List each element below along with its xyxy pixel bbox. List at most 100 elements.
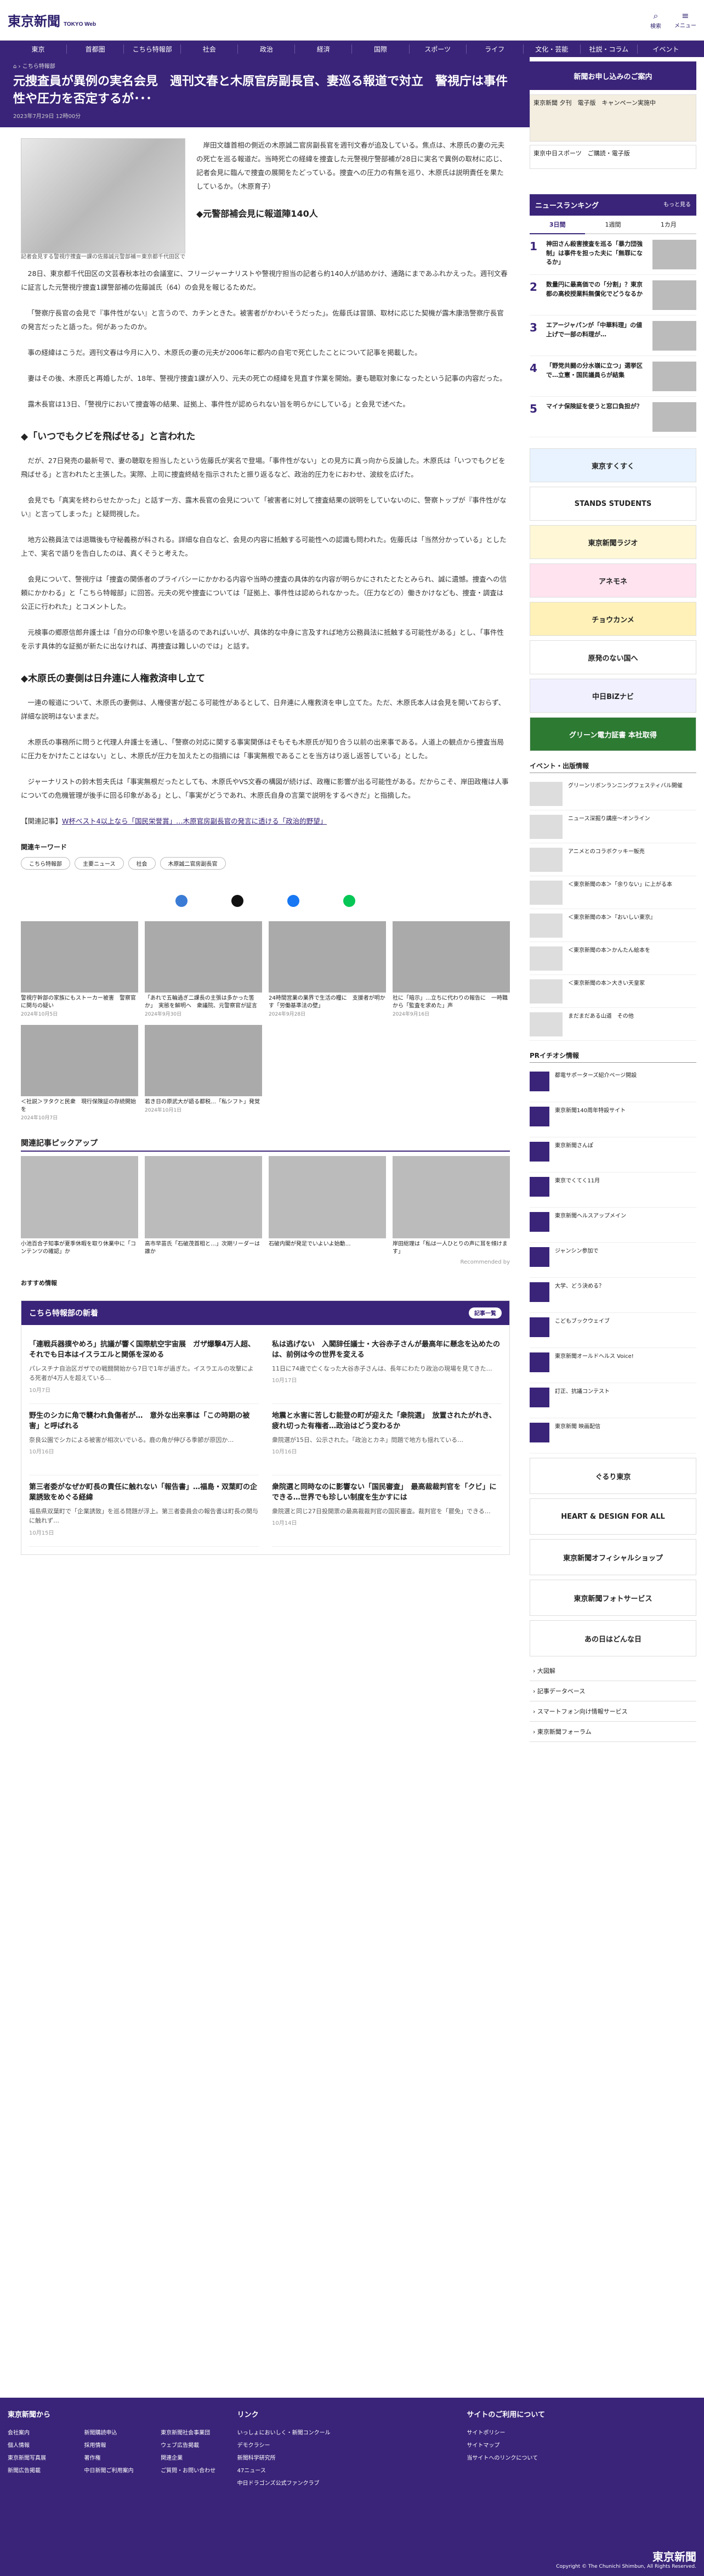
facebook-share-icon[interactable] [287,894,299,907]
pr-item[interactable]: 訂正、抗議コンテスト [530,1383,696,1418]
nav-item[interactable]: 首都圏 [67,44,124,54]
pickup-item[interactable]: 石破内閣が発足でいよいよ始動… [269,1155,386,1256]
footer-link[interactable]: 東京新聞写真展 [8,2452,84,2465]
pickup-thumbnail[interactable] [145,1155,262,1238]
footer-link[interactable]: 採用情報 [84,2439,161,2452]
event-thumbnail[interactable] [530,848,563,872]
pr-item[interactable]: 東京でくてく11月 [530,1173,696,1208]
rank-title[interactable]: マイナ保険証を使うと窓口負担が？ [546,402,647,431]
footer-link[interactable]: いっしょにおいしく・新聞コンクール [237,2427,467,2439]
event-item[interactable]: ＜東京新聞の本＞「余りない」に上がる本 [530,876,696,909]
pickup-title[interactable]: 岸田総理は「私は一人ひとりの声に耳を傾けます」 [393,1241,510,1256]
home-icon[interactable]: ⌂ [13,64,16,70]
ad-banner[interactable]: 東京新聞ラジオ [530,525,696,559]
event-item[interactable]: ニュース深掘り講座〜オンライン [530,810,696,843]
card-thumbnail[interactable] [21,1024,138,1096]
footer-link[interactable]: 中日ドラゴンズ公式ファンクラブ [237,2477,467,2490]
news-item[interactable]: 「連戦兵器撲やめろ」抗議が響く国際航空宇宙展 ガザ爆撃4万人超、それでも日本はイ… [29,1333,259,1404]
card-title[interactable]: 社に「暗示」…立ちに代わりの報告に 一時職から「監査を求めた」声 [393,995,510,1010]
footer-link[interactable]: デモクラシー [237,2439,467,2452]
nav-item[interactable]: 政治 [238,44,296,54]
event-title[interactable]: アニメとのコラボクッキー販売 [568,848,645,871]
article-photo[interactable] [21,138,185,253]
event-item[interactable]: ＜東京新聞の本＞大きい天皇家 [530,975,696,1008]
related-card[interactable]: 警視庁幹部の家族にもストーカー被害 警察官に関与の疑い 2024年10月5日 [21,921,138,1017]
pr-item[interactable]: 東京新聞140周年特設サイト [530,1102,696,1137]
keyword-tag[interactable]: 社会 [128,856,156,870]
event-item[interactable]: ＜東京新聞の本＞『おいしい東京』 [530,909,696,942]
pr-logo[interactable] [530,1247,549,1267]
related-card[interactable]: 「あれで五輪過ぎ二課長の主張は多かった筈か」 実態を解明へ 衆議院、元警察官が証… [145,921,262,1017]
footer-link[interactable]: 著作権 [84,2452,161,2465]
card-title[interactable]: 若き日の原武大が語る都税…「私シフト」発覚 [145,1098,262,1106]
event-thumbnail[interactable] [530,881,563,905]
hatena-share-icon[interactable] [175,894,188,907]
pr-item[interactable]: 東京新聞オールドヘルス Voice! [530,1348,696,1383]
footer-link[interactable]: 東京新聞社会事業団 [161,2427,237,2439]
pr-title[interactable]: 大学、どう決める？ [555,1282,604,1308]
ranking-item[interactable]: 4 「野党共闘の分水嶺に立つ」選挙区で…立憲・国民議員らが結集 [530,356,696,397]
site-logo[interactable]: 東京新聞 TOKYO Web [8,10,96,30]
pr-item[interactable]: 東京新聞さんぽ [530,1137,696,1173]
footer-link[interactable]: サイトマップ [467,2439,696,2452]
rank-thumbnail[interactable] [652,321,696,351]
sidebar-link[interactable]: › スマートフォン向け情報サービス [530,1701,696,1722]
pr-item[interactable]: ジャンシン参加で [530,1243,696,1278]
event-title[interactable]: まだまだある山道 その他 [568,1012,634,1036]
rank-title[interactable]: エアージャパンが「中華料理」の値上げで一部の料理が… [546,321,647,350]
sidebar-link[interactable]: › 大図解 [530,1661,696,1681]
news-headline[interactable]: 「連戦兵器撲やめろ」抗議が響く国際航空宇宙展 ガザ爆撃4万人超、それでも日本はイ… [29,1339,259,1361]
nav-item[interactable]: 経済 [295,44,353,54]
ad-banner[interactable]: アネモネ [530,563,696,598]
pickup-thumbnail[interactable] [393,1155,510,1238]
pr-title[interactable]: 東京新聞 映画配信 [555,1423,600,1448]
news-headline[interactable]: 地震と水害に苦しむ能登の町が迎えた「衆院選」 放置されたがれき、疲れ切った有権者… [272,1411,502,1432]
event-title[interactable]: ＜東京新聞の本＞『おいしい東京』 [568,914,656,937]
pickup-title[interactable]: 石破内閣が発足でいよいよ始動… [269,1241,386,1248]
event-item[interactable]: まだまだある山道 その他 [530,1008,696,1041]
news-headline[interactable]: 第三者委がなぜか町長の責任に触れない「報告書」…福島・双葉町の企業誘致をめぐる経… [29,1482,259,1503]
event-item[interactable]: アニメとのコラボクッキー販売 [530,843,696,876]
pr-logo[interactable] [530,1177,549,1197]
pr-title[interactable]: 東京でくてく11月 [555,1177,600,1203]
pr-logo[interactable] [530,1388,549,1407]
keyword-tag[interactable]: こちら特報部 [21,856,70,870]
event-thumbnail[interactable] [530,914,563,938]
footer-link[interactable]: 新聞広告掲載 [8,2465,84,2477]
news-item[interactable]: 第三者委がなぜか町長の責任に触れない「報告書」…福島・双葉町の企業誘致をめぐる経… [29,1475,259,1547]
footer-link[interactable]: サイトポリシー [467,2427,696,2439]
footer-link[interactable]: 関連企業 [161,2452,237,2465]
news-item[interactable]: 衆院選と同時なのに影響ない「国民審査」 最高裁裁判官を「クビ」にできる…世界でも… [272,1475,502,1547]
pr-logo[interactable] [530,1282,549,1302]
promo-banner[interactable]: 東京新聞オフィシャルショップ [530,1539,696,1575]
pr-item[interactable]: 都電サポーターズ紹介ページ開設 [530,1067,696,1102]
ad-banner[interactable]: 中日BiZナビ [530,679,696,713]
subscribe-banner[interactable]: 新聞お申し込みのご案内 [530,61,696,90]
search-button[interactable]: ⌕ 検索 [650,10,661,30]
card-title[interactable]: 「あれで五輪過ぎ二課長の主張は多かった筈か」 実態を解明へ 衆議院、元警察官が証… [145,995,262,1010]
rank-thumbnail[interactable] [652,280,696,310]
related-card[interactable]: ＜社説＞ヲタクと民衆 現行保険証の存続開始を 2024年10月7日 [21,1024,138,1121]
menu-button[interactable]: ≡ メニュー [674,10,696,30]
pickup-item[interactable]: 岸田総理は「私は一人ひとりの声に耳を傾けます」 [393,1155,510,1256]
pr-title[interactable]: ジャンシン参加で [555,1247,599,1273]
ad-banner[interactable]: 東京新聞 夕刊 電子版 キャンペーン実施中 [530,94,696,142]
related-card[interactable]: 若き日の原武大が語る都税…「私シフト」発覚 2024年10月1日 [145,1024,262,1121]
nav-item[interactable]: 東京 [10,44,67,54]
pr-title[interactable]: 都電サポーターズ紹介ページ開設 [555,1072,637,1097]
footer-link[interactable]: 個人情報 [8,2439,84,2452]
event-title[interactable]: ＜東京新聞の本＞かんたん絵本を [568,946,650,970]
ranking-item[interactable]: 5 マイナ保険証を使うと窓口負担が？ [530,397,696,437]
pr-title[interactable]: 東京新聞オールドヘルス Voice! [555,1352,634,1378]
news-headline[interactable]: 野生のシカに角で襲われ負傷者が… 意外な出来事は「この時期の被害」と呼ばれる [29,1411,259,1432]
pickup-thumbnail[interactable] [21,1155,138,1238]
card-thumbnail[interactable] [21,921,138,993]
rank-thumbnail[interactable] [652,362,696,391]
event-title[interactable]: ＜東京新聞の本＞「余りない」に上がる本 [568,881,672,904]
pr-item[interactable]: 東京新聞ヘルスアップメイン [530,1208,696,1243]
pr-logo[interactable] [530,1212,549,1232]
line-share-icon[interactable] [343,894,355,907]
nav-item[interactable]: こちら特報部 [124,44,181,54]
pr-logo[interactable] [530,1352,549,1372]
card-title[interactable]: 24時間営業の業界で生活の糧に 支援者が明かす「労働基準法の壁」 [269,995,386,1010]
